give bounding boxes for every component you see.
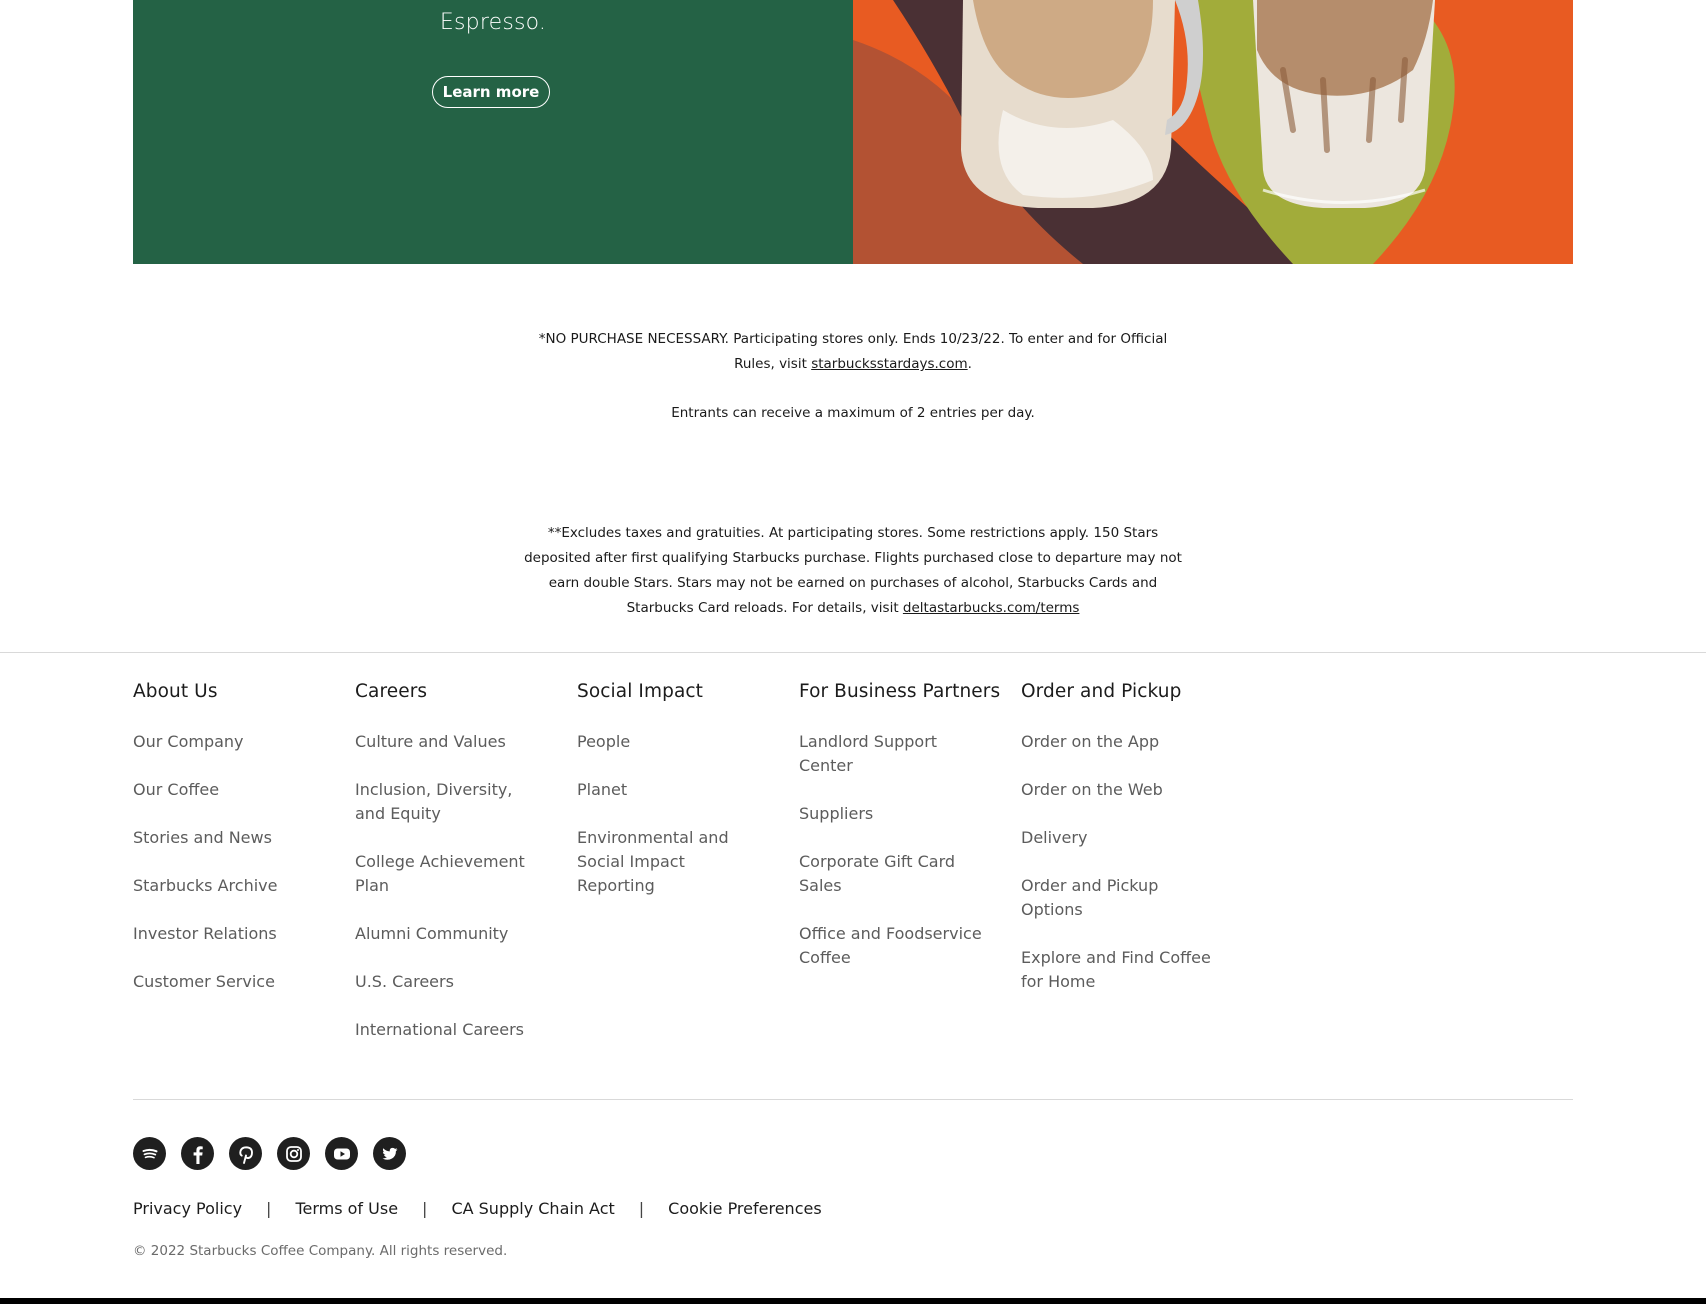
- copyright-text: © 2022 Starbucks Coffee Company. All rig…: [133, 1243, 508, 1259]
- footer-link[interactable]: Order and Pickup Options: [1021, 874, 1211, 922]
- footer-column-order-pickup: Order and Pickup Order on the App Order …: [1021, 676, 1243, 1066]
- footer-heading[interactable]: Careers: [355, 676, 577, 716]
- footer-link[interactable]: Landlord Support Center: [799, 730, 989, 778]
- youtube-icon[interactable]: [325, 1137, 358, 1170]
- footer-link[interactable]: Culture and Values: [355, 730, 545, 754]
- promo-text-panel: Espresso. Learn more: [133, 0, 853, 264]
- footer-link[interactable]: Alumni Community: [355, 922, 545, 946]
- footer-link[interactable]: Stories and News: [133, 826, 323, 850]
- footer-link[interactable]: International Careers: [355, 1018, 545, 1042]
- footer-column-business-partners: For Business Partners Landlord Support C…: [799, 676, 1021, 1066]
- footer-link[interactable]: Our Coffee: [133, 778, 323, 802]
- entries-text: Entrants can receive a maximum of 2 entr…: [671, 405, 1035, 421]
- terms-of-use-link[interactable]: Terms of Use: [295, 1199, 398, 1218]
- footer-link[interactable]: Planet: [577, 778, 767, 802]
- promo-text: Espresso.: [439, 10, 547, 35]
- learn-more-button[interactable]: Learn more: [432, 76, 550, 108]
- footer-divider: [0, 652, 1706, 653]
- footer-link[interactable]: College Achievement Plan: [355, 850, 545, 898]
- footer-link[interactable]: Our Company: [133, 730, 323, 754]
- footer-link[interactable]: Inclusion, Diversity, and Equity: [355, 778, 545, 826]
- spotify-icon[interactable]: [133, 1137, 166, 1170]
- footer-link[interactable]: Customer Service: [133, 970, 323, 994]
- footer-link[interactable]: People: [577, 730, 767, 754]
- delta-disclaimer: **Excludes taxes and gratuities. At part…: [0, 521, 1706, 621]
- purchase-end: .: [967, 356, 972, 372]
- footer-column-about-us: About Us Our Company Our Coffee Stories …: [133, 676, 355, 1066]
- cookie-preferences-link[interactable]: Cookie Preferences: [668, 1199, 822, 1218]
- delta-terms-link[interactable]: deltastarbucks.com/terms: [903, 600, 1080, 616]
- footer-link[interactable]: Environmental and Social Impact Reportin…: [577, 826, 767, 898]
- social-divider: [133, 1099, 1573, 1100]
- footer-link[interactable]: U.S. Careers: [355, 970, 545, 994]
- promo-image: [853, 0, 1573, 264]
- entries-disclaimer: Entrants can receive a maximum of 2 entr…: [0, 401, 1706, 426]
- footer-link[interactable]: Corporate Gift Card Sales: [799, 850, 989, 898]
- delta-text: **Excludes taxes and gratuities. At part…: [524, 525, 1182, 616]
- footer-link[interactable]: Explore and Find Coffee for Home: [1021, 946, 1211, 994]
- purchase-disclaimer: *NO PURCHASE NECESSARY. Participating st…: [0, 327, 1706, 377]
- footer-link[interactable]: Delivery: [1021, 826, 1211, 850]
- separator: |: [266, 1199, 272, 1218]
- footer-heading[interactable]: For Business Partners: [799, 676, 1021, 716]
- delta-disclaimer-text: **Excludes taxes and gratuities. At part…: [523, 521, 1183, 621]
- privacy-policy-link[interactable]: Privacy Policy: [133, 1199, 242, 1218]
- footer-heading[interactable]: Order and Pickup: [1021, 676, 1243, 716]
- page: Espresso. Learn more *NO PURCHASE NECESS…: [0, 0, 1706, 1298]
- legal-links: Privacy Policy | Terms of Use | CA Suppl…: [133, 1199, 822, 1218]
- footer-link[interactable]: Investor Relations: [133, 922, 323, 946]
- footer-link[interactable]: Order on the Web: [1021, 778, 1211, 802]
- footer-link[interactable]: Office and Foodservice Coffee: [799, 922, 989, 970]
- footer-heading[interactable]: About Us: [133, 676, 355, 716]
- separator: |: [638, 1199, 645, 1218]
- social-links: [133, 1137, 406, 1170]
- twitter-icon[interactable]: [373, 1137, 406, 1170]
- iced-drinks-image: [853, 0, 1573, 264]
- facebook-icon[interactable]: [181, 1137, 214, 1170]
- instagram-icon[interactable]: [277, 1137, 310, 1170]
- pinterest-icon[interactable]: [229, 1137, 262, 1170]
- footer-link[interactable]: Starbucks Archive: [133, 874, 323, 898]
- ca-supply-chain-link[interactable]: CA Supply Chain Act: [451, 1199, 614, 1218]
- footer-link[interactable]: Order on the App: [1021, 730, 1211, 754]
- stardays-link[interactable]: starbucksstardays.com: [811, 356, 967, 372]
- footer-link[interactable]: Suppliers: [799, 802, 989, 826]
- footer-column-social-impact: Social Impact People Planet Environmenta…: [577, 676, 799, 1066]
- separator: |: [422, 1199, 428, 1218]
- footer-columns: About Us Our Company Our Coffee Stories …: [133, 676, 1243, 1066]
- footer-heading[interactable]: Social Impact: [577, 676, 799, 716]
- promo-hero: Espresso. Learn more: [133, 0, 1573, 264]
- footer-column-careers: Careers Culture and Values Inclusion, Di…: [355, 676, 577, 1066]
- purchase-disclaimer-text: *NO PURCHASE NECESSARY. Participating st…: [533, 327, 1173, 377]
